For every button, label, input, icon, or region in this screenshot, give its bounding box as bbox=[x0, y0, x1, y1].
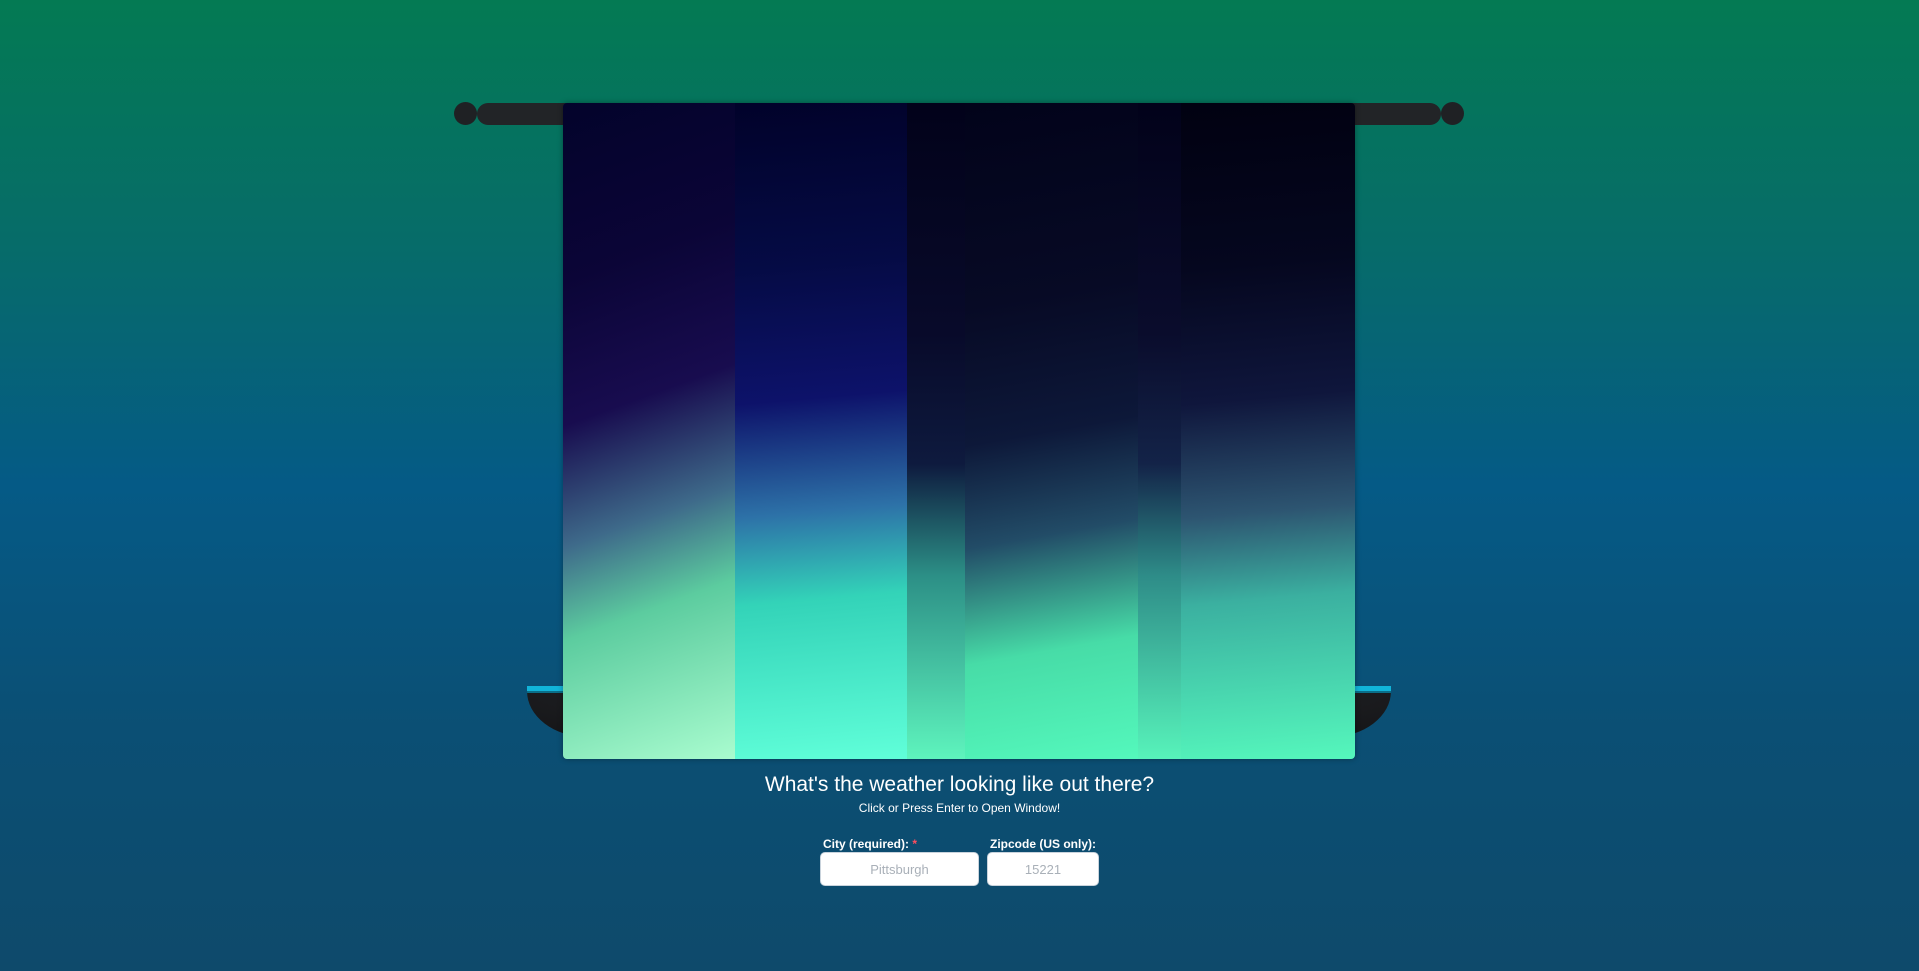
curtained-window[interactable] bbox=[563, 103, 1355, 759]
open-window-instruction: Click or Press Enter to Open Window! bbox=[858, 801, 1061, 815]
curtain-panel bbox=[735, 103, 907, 759]
zipcode-field-label: Zipcode (US only): bbox=[990, 837, 1096, 851]
city-field-label: City (required): * bbox=[823, 837, 917, 851]
curtain-panel bbox=[1181, 103, 1355, 759]
required-marker: * bbox=[912, 837, 918, 851]
curtain-panel bbox=[563, 103, 735, 759]
weather-scene: What's the weather looking like out ther… bbox=[0, 0, 1919, 971]
weather-prompt-heading: What's the weather looking like out ther… bbox=[764, 773, 1155, 796]
curtain-panel bbox=[965, 103, 1138, 759]
curtain-rod-left-finial bbox=[454, 102, 477, 125]
city-label-text: City (required): bbox=[823, 837, 910, 851]
curtain-rod-right-finial bbox=[1441, 102, 1464, 125]
city-input[interactable] bbox=[820, 852, 979, 886]
zipcode-input[interactable] bbox=[987, 852, 1099, 886]
curtain-panel bbox=[1138, 103, 1181, 759]
curtain-panel bbox=[907, 103, 965, 759]
